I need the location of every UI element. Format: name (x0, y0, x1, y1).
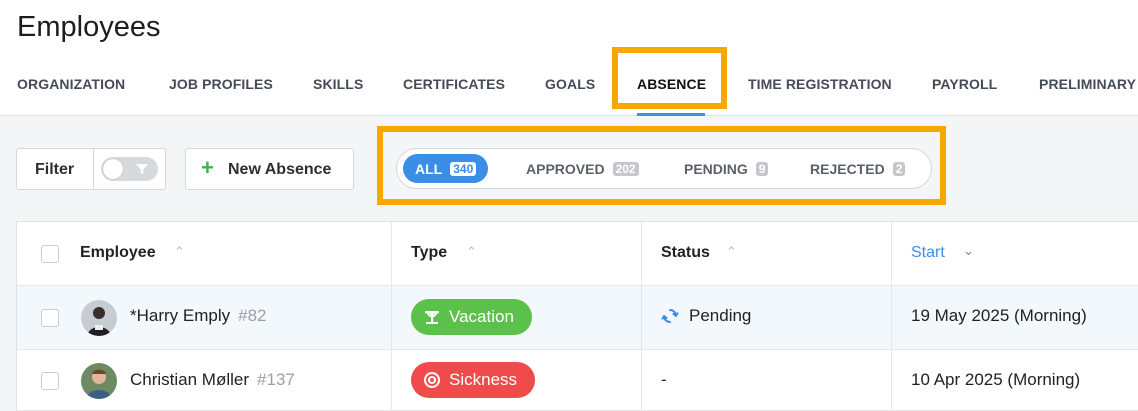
select-all-checkbox[interactable] (41, 245, 59, 263)
tab-organization[interactable]: ORGANIZATION (17, 76, 125, 92)
status-cell: Pending (661, 306, 751, 326)
column-divider (391, 222, 392, 411)
divider (93, 149, 94, 189)
start-date: 10 Apr 2025 (Morning) (911, 370, 1081, 389)
tab-skills[interactable]: SKILLS (313, 76, 363, 92)
employee-number: #137 (257, 370, 295, 389)
header: Employees ORGANIZATION JOB PROFILES SKIL… (0, 0, 1138, 116)
funnel-icon (136, 164, 148, 174)
avatar (81, 300, 117, 336)
active-tab-indicator (637, 113, 705, 116)
absence-tab-highlight (612, 47, 727, 109)
row-checkbox[interactable] (41, 372, 59, 390)
filter-label: Filter (35, 161, 75, 178)
absence-type-label: Vacation (449, 307, 514, 326)
beach-umbrella-icon (425, 311, 439, 324)
column-header-start[interactable]: Start (911, 244, 945, 262)
row-checkbox[interactable] (41, 309, 59, 327)
absence-type-badge: Vacation (411, 299, 532, 335)
absence-type-label: Sickness (449, 370, 518, 389)
column-divider (641, 222, 642, 411)
tab-goals[interactable]: GOALS (545, 76, 595, 92)
employee-name[interactable]: *Harry Emply #82 (130, 306, 267, 326)
tab-time-registration[interactable]: TIME REGISTRATION (748, 76, 892, 92)
table-row[interactable]: *Harry Emply #82 Vacation Pending 19 May … (17, 286, 1138, 350)
tab-payroll[interactable]: PAYROLL (932, 76, 997, 92)
tab-bar: ORGANIZATION JOB PROFILES SKILLS CERTIFI… (0, 74, 1138, 116)
sort-up-icon[interactable]: ⌃ (726, 244, 737, 260)
tab-preliminary[interactable]: PRELIMINARY (1039, 76, 1136, 92)
column-divider (891, 222, 892, 411)
avatar (81, 363, 117, 399)
new-absence-button[interactable]: + New Absence (185, 148, 354, 190)
page-title: Employees (17, 11, 161, 43)
employee-name[interactable]: Christian Møller #137 (130, 370, 295, 390)
sort-up-icon[interactable]: ⌃ (466, 244, 477, 260)
sort-up-icon[interactable]: ⌃ (174, 244, 185, 260)
column-header-type[interactable]: Type (411, 244, 447, 262)
status-cell: - (661, 370, 667, 390)
absence-table: Employee ⌃ Type ⌃ Status ⌃ Start ⌄ *Harr… (16, 221, 1138, 411)
plus-icon: + (201, 155, 214, 180)
table-header: Employee ⌃ Type ⌃ Status ⌃ Start ⌄ (17, 222, 1138, 286)
table-row[interactable]: Christian Møller #137 Sickness - 10 Apr 2… (17, 350, 1138, 411)
tab-job-profiles[interactable]: JOB PROFILES (169, 76, 273, 92)
status-label: Pending (689, 306, 752, 325)
status-label: - (661, 370, 667, 389)
sort-down-icon[interactable]: ⌄ (963, 243, 974, 259)
employee-number: #82 (238, 306, 267, 325)
absence-type-badge: Sickness (411, 362, 536, 398)
column-header-status[interactable]: Status (661, 244, 710, 262)
start-date: 19 May 2025 (Morning) (911, 306, 1087, 325)
filter-toggle[interactable] (101, 157, 158, 181)
lifebuoy-icon (424, 372, 440, 388)
tab-certificates[interactable]: CERTIFICATES (403, 76, 505, 92)
new-absence-label: New Absence (228, 161, 332, 178)
status-filter-highlight (377, 126, 946, 205)
sync-icon (661, 309, 679, 323)
filter-button[interactable]: Filter (16, 148, 166, 190)
column-header-employee[interactable]: Employee (80, 244, 156, 262)
toggle-knob (103, 159, 123, 179)
